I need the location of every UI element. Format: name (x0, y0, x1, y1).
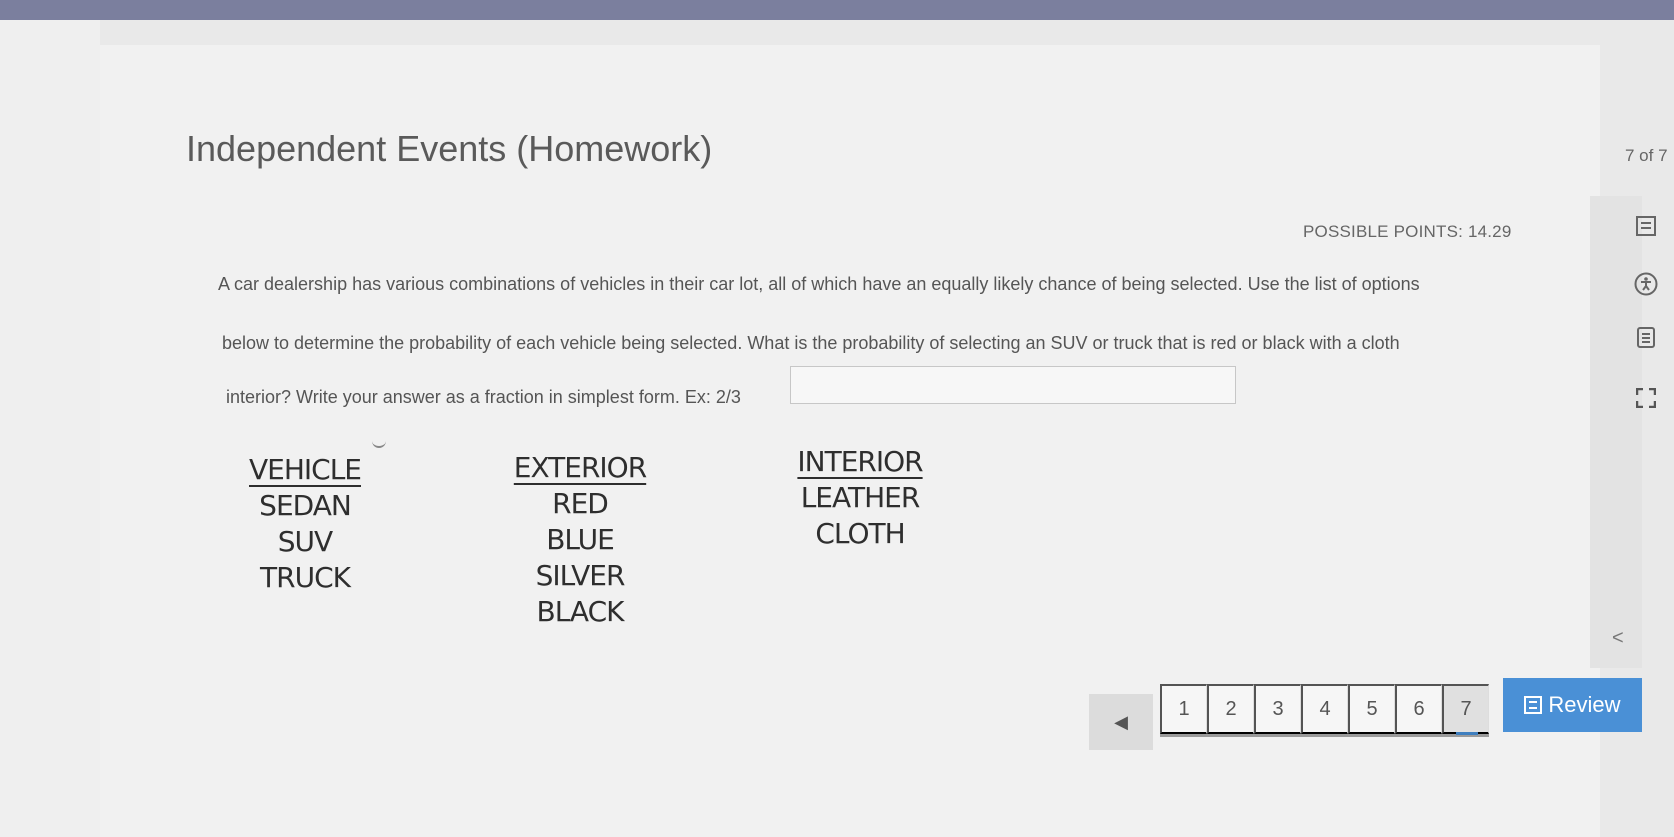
exterior-header: EXTERIOR (513, 451, 647, 484)
review-icon (1524, 696, 1543, 714)
fullscreen-icon[interactable] (1634, 386, 1658, 410)
collapse-panel-icon[interactable]: < (1612, 627, 1624, 650)
vehicle-header: VEHICLE (249, 453, 362, 486)
list-item: SEDAN (259, 489, 352, 522)
page-button-3[interactable]: 3 (1254, 684, 1301, 734)
list-item: BLACK (536, 595, 624, 628)
review-label: Review (1548, 692, 1621, 717)
page-navigation: 1 2 3 4 5 6 7 (1160, 684, 1489, 737)
page-button-7[interactable]: 7 (1442, 684, 1489, 735)
list-icon[interactable] (1634, 214, 1658, 238)
left-margin (0, 20, 100, 837)
review-button[interactable]: Review (1503, 678, 1642, 732)
page-button-1[interactable]: 1 (1160, 684, 1207, 734)
page-button-5[interactable]: 5 (1348, 684, 1395, 734)
previous-page-button[interactable]: ◀ (1089, 694, 1153, 750)
notepad-icon[interactable] (1634, 325, 1658, 349)
list-item: SILVER (535, 559, 626, 592)
possible-points: POSSIBLE POINTS: 14.29 (1303, 222, 1512, 241)
page-button-6[interactable]: 6 (1395, 684, 1442, 734)
list-item: CLOTH (815, 517, 905, 550)
exterior-list: EXTERIOR RED BLUE SILVER BLACK (500, 450, 660, 630)
accessibility-icon[interactable] (1634, 272, 1658, 296)
question-counter: 7 of 7 (1625, 146, 1668, 165)
list-item: SUV (277, 525, 333, 558)
page-title: Independent Events (Homework) (186, 128, 713, 169)
question-text-line-3: interior? Write your answer as a fractio… (226, 387, 741, 407)
interior-list: INTERIOR LEATHER CLOTH (790, 444, 930, 552)
page-button-2[interactable]: 2 (1207, 684, 1254, 734)
list-item: RED (552, 487, 609, 520)
list-item: BLUE (546, 523, 615, 556)
list-item: LEATHER (800, 481, 921, 514)
list-item: TRUCK (260, 561, 351, 594)
question-text-line-2: below to determine the probability of ea… (222, 333, 1400, 353)
tool-sidebar (1590, 196, 1642, 668)
question-text-line-1: A car dealership has various combination… (218, 274, 1420, 294)
page-button-4[interactable]: 4 (1301, 684, 1348, 734)
answer-input[interactable] (790, 366, 1236, 404)
interior-header: INTERIOR (797, 445, 923, 478)
top-bar (0, 0, 1674, 20)
vehicle-list: VEHICLE SEDAN SUV TRUCK (230, 452, 380, 596)
